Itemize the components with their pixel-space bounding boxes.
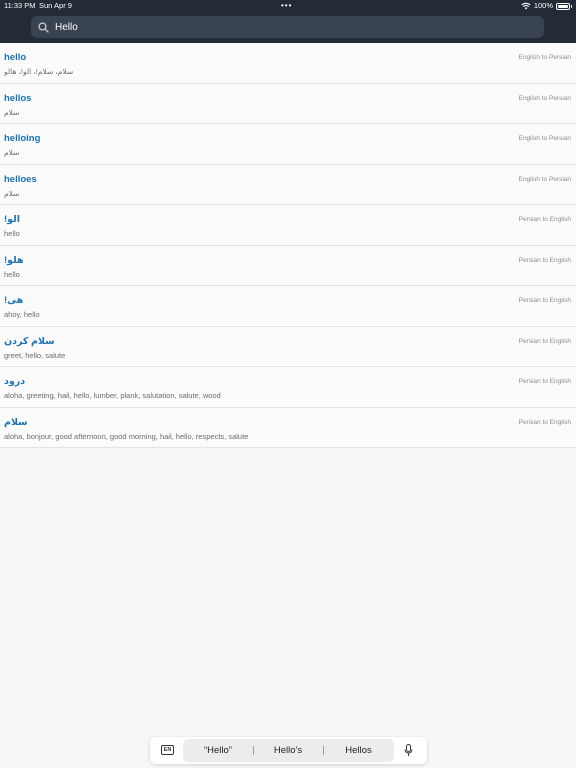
result-term: hello	[4, 52, 27, 63]
result-translation: سلام، سلام!، الو!، هالو	[4, 67, 74, 76]
result-row[interactable]: hello سلام، سلام!، الو!، هالو English to…	[0, 43, 576, 84]
result-term: hellos	[4, 92, 32, 104]
result-term: سلام	[4, 416, 28, 428]
result-translation: سلام	[4, 188, 20, 198]
suggestion-group: “Hello” Hello’s Hellos	[183, 739, 394, 762]
result-term: !الو	[4, 214, 20, 225]
result-direction: Persian to English	[518, 256, 571, 264]
search-icon	[38, 21, 50, 33]
battery-percent: 100%	[533, 1, 553, 10]
status-right: 100%	[521, 0, 572, 12]
result-direction: Persian to English	[518, 418, 571, 426]
result-direction: Persian to English	[518, 216, 571, 223]
result-term: helloing	[4, 133, 41, 144]
keyboard-language-key[interactable]: EN	[161, 745, 174, 755]
battery-icon	[556, 2, 572, 10]
result-term: سلام کردن	[4, 335, 55, 347]
result-row[interactable]: سلام کردن greet, hello, salute Persian t…	[0, 326, 576, 367]
result-translation: hello	[4, 269, 20, 279]
search-bar[interactable]	[31, 16, 544, 38]
multitasking-dots[interactable]: •••	[281, 0, 292, 12]
result-term: !هلو	[4, 254, 24, 266]
suggestion-3[interactable]: Hellos	[323, 739, 394, 762]
result-row[interactable]: !هلو hello Persian to English	[0, 245, 576, 286]
result-direction: Persian to English	[518, 337, 571, 345]
result-row[interactable]: درود aloha, greeting, hail, hello, lumbe…	[0, 367, 576, 408]
status-time: 11:33 PM	[4, 1, 36, 10]
result-term: !هی	[4, 295, 24, 306]
result-translation: سلام	[4, 107, 20, 117]
result-direction: Persian to English	[518, 297, 571, 304]
result-translation: سلام	[4, 148, 20, 157]
wifi-icon	[521, 2, 531, 10]
result-translation: hello	[4, 229, 20, 238]
result-direction: English to Persian	[518, 54, 571, 61]
result-row[interactable]: سلام aloha, bonjour, good afternoon, goo…	[0, 407, 576, 448]
suggestion-2[interactable]: Hello’s	[253, 739, 323, 762]
top-bar: 11:33 PM Sun Apr 9 ••• 100%	[0, 0, 576, 43]
result-direction: English to Persian	[518, 94, 571, 102]
result-direction: English to Persian	[518, 175, 571, 183]
results-list: hello سلام، سلام!، الو!، هالو English to…	[0, 43, 576, 448]
status-date: Sun Apr 9	[39, 1, 72, 10]
result-direction: Persian to English	[518, 378, 571, 385]
result-row[interactable]: hellos سلام English to Persian	[0, 83, 576, 124]
result-direction: English to Persian	[518, 135, 571, 142]
result-row[interactable]: helloing سلام English to Persian	[0, 124, 576, 165]
microphone-icon[interactable]	[404, 744, 413, 762]
result-row[interactable]: !هی ahoy, hello Persian to English	[0, 286, 576, 327]
result-translation: ahoy, hello	[4, 310, 40, 319]
status-bar: 11:33 PM Sun Apr 9 ••• 100%	[0, 0, 576, 12]
suggestion-1[interactable]: “Hello”	[183, 739, 253, 762]
result-row[interactable]: helloes سلام English to Persian	[0, 164, 576, 205]
result-translation: greet, hello, salute	[4, 350, 66, 360]
search-input[interactable]	[55, 17, 544, 37]
keyboard-suggestion-bar: EN “Hello” Hello’s Hellos	[150, 737, 427, 764]
result-row[interactable]: !الو hello Persian to English	[0, 205, 576, 246]
result-translation: aloha, bonjour, good afternoon, good mor…	[4, 431, 249, 441]
result-term: helloes	[4, 173, 37, 185]
result-term: درود	[4, 376, 26, 387]
result-translation: aloha, greeting, hail, hello, lumber, pl…	[4, 391, 221, 400]
